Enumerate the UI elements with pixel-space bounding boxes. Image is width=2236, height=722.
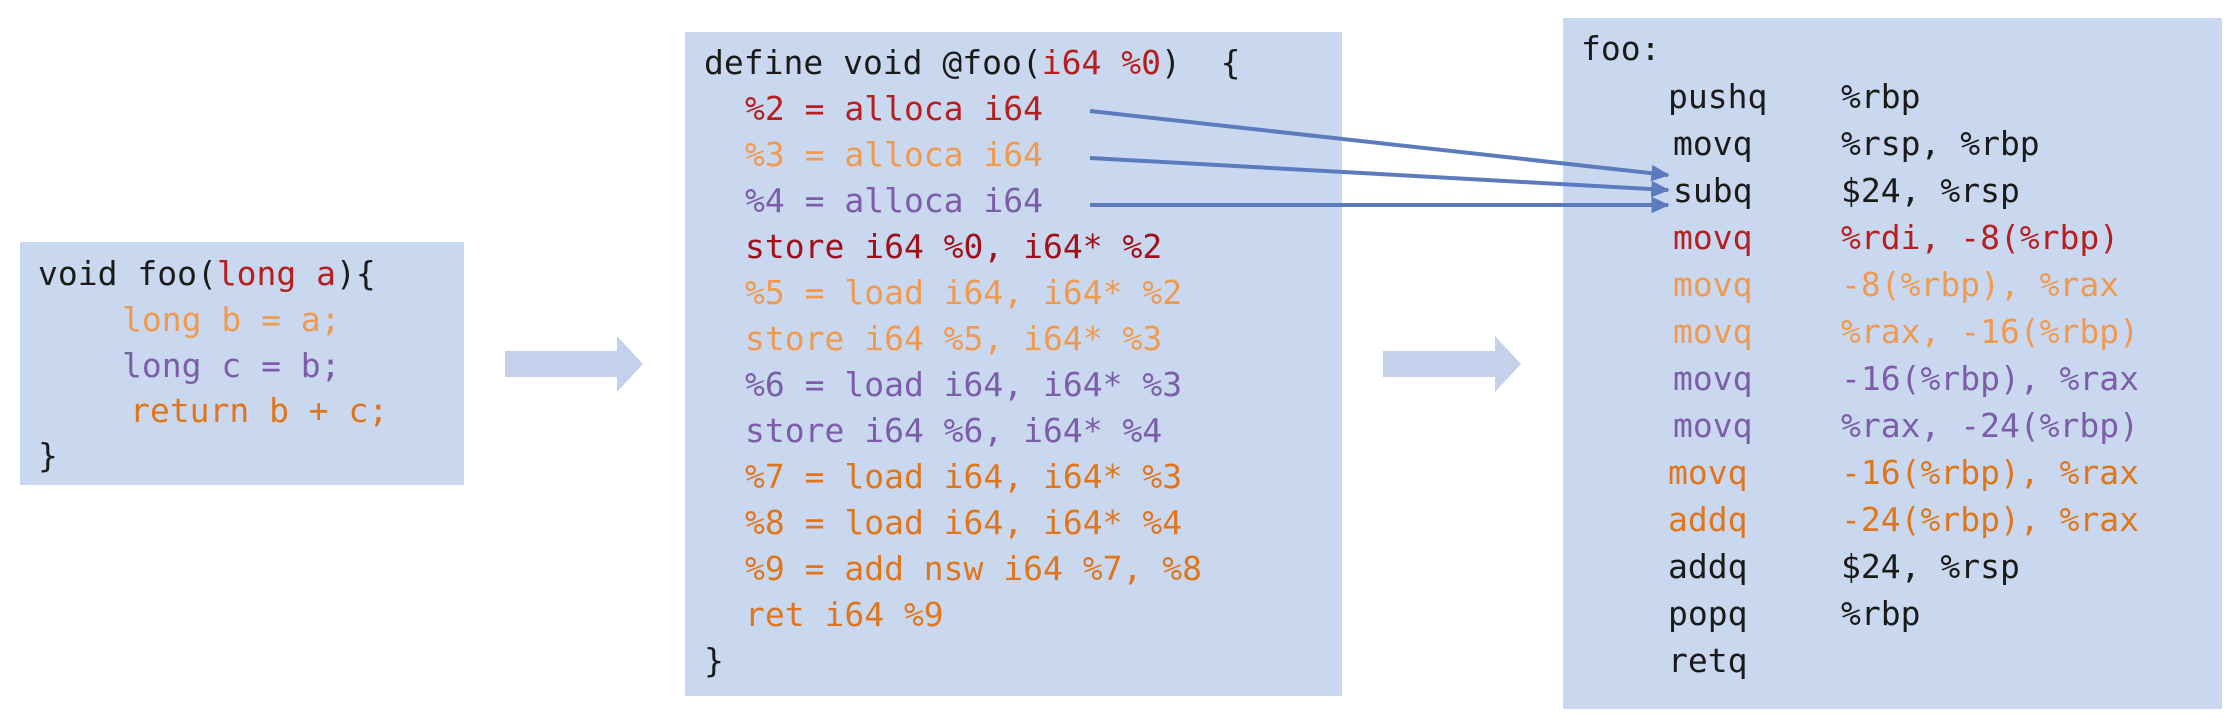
flow-arrow-c-to-ir (505, 336, 643, 392)
alloca-to-subq-arrow (1089, 156, 1670, 198)
alloca-to-subq-arrow (1089, 109, 1670, 182)
arrows-overlay (505, 109, 1670, 392)
flow-arrow-ir-to-asm (1383, 336, 1521, 392)
